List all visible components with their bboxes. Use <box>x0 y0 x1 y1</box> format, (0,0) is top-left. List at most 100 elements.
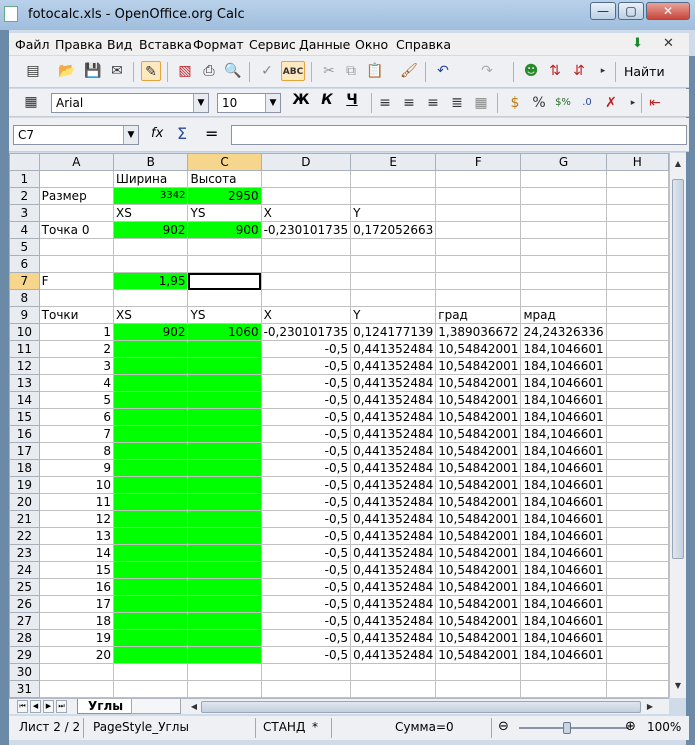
cell[interactable] <box>112 527 189 545</box>
cell[interactable]: 10,54842001 <box>435 374 522 392</box>
chevron-down-icon[interactable]: ▼ <box>265 94 280 112</box>
row-header[interactable]: 26 <box>9 595 40 613</box>
cell[interactable] <box>605 442 669 460</box>
cell[interactable]: 2950 <box>187 187 262 205</box>
next-sheet-icon[interactable]: ▶ <box>43 700 54 713</box>
cell[interactable]: 9 <box>38 459 114 477</box>
cell[interactable]: 0,441352484 <box>350 459 437 477</box>
cell[interactable] <box>435 289 522 307</box>
cell[interactable]: 10,54842001 <box>435 646 522 664</box>
cell[interactable]: -0,5 <box>260 425 352 443</box>
cell[interactable]: 10,54842001 <box>435 391 522 409</box>
horizontal-scroll-thumb[interactable] <box>201 701 641 713</box>
percent-format-icon[interactable]: % <box>529 93 549 113</box>
cell[interactable]: 7 <box>38 425 114 443</box>
cell[interactable]: 184,1046601 <box>520 629 607 647</box>
cut-icon[interactable]: ✂ <box>319 61 339 81</box>
sheet-tab-active[interactable]: Углы <box>77 699 135 714</box>
row-header[interactable]: 18 <box>9 459 40 477</box>
font-name-select[interactable]: Arial ▼ <box>51 93 209 113</box>
cell[interactable]: 1060 <box>187 323 262 341</box>
cell[interactable]: X <box>260 204 352 222</box>
menu-file[interactable]: Файл <box>15 37 50 52</box>
cell[interactable]: 3342 <box>112 187 189 205</box>
standard-format-icon[interactable]: $% <box>553 93 573 113</box>
cell[interactable] <box>112 493 189 511</box>
cell[interactable] <box>260 238 352 256</box>
cell[interactable]: 0,441352484 <box>350 391 437 409</box>
cell[interactable] <box>605 629 669 647</box>
cell[interactable] <box>187 459 262 477</box>
cell[interactable]: 902 <box>112 323 189 341</box>
cell[interactable] <box>38 255 114 273</box>
cell[interactable] <box>435 170 522 188</box>
cell[interactable] <box>187 391 262 409</box>
cell[interactable] <box>350 170 437 188</box>
cell[interactable]: 10,54842001 <box>435 510 522 528</box>
cell[interactable] <box>187 442 262 460</box>
cell[interactable] <box>187 476 262 494</box>
cell[interactable]: 0,124177139 <box>350 323 437 341</box>
update-download-icon[interactable]: ⬇ <box>632 36 648 51</box>
formula-input[interactable] <box>231 125 687 145</box>
cell[interactable]: 0,441352484 <box>350 595 437 613</box>
cell[interactable]: YS <box>187 306 262 324</box>
row-header[interactable]: 19 <box>9 476 40 494</box>
cell[interactable]: YS <box>187 204 262 222</box>
toolbar-overflow-icon[interactable]: ▸ <box>623 93 643 113</box>
cell[interactable]: 10,54842001 <box>435 629 522 647</box>
cell[interactable]: мрад <box>520 306 607 324</box>
format-paintbrush-icon[interactable]: 🖌 <box>399 61 419 81</box>
save-icon[interactable]: 💾 <box>83 61 103 81</box>
cell[interactable]: Y <box>350 204 437 222</box>
page-style[interactable]: PageStyle_Углы <box>93 720 189 734</box>
cell[interactable]: 10,54842001 <box>435 612 522 630</box>
cell[interactable] <box>187 340 262 358</box>
cell[interactable]: 13 <box>38 527 114 545</box>
cell[interactable] <box>187 612 262 630</box>
cell[interactable]: 184,1046601 <box>520 578 607 596</box>
cell[interactable]: -0,230101735 <box>260 323 352 341</box>
cell[interactable]: 10,54842001 <box>435 493 522 511</box>
menu-data[interactable]: Данные <box>299 37 350 52</box>
justify-icon[interactable]: ≣ <box>447 93 467 113</box>
cell[interactable] <box>187 680 262 698</box>
column-header[interactable]: H <box>605 153 669 171</box>
italic-button[interactable]: К <box>318 92 336 108</box>
column-header[interactable]: A <box>38 153 114 171</box>
prev-sheet-icon[interactable]: ◀ <box>30 700 41 713</box>
row-header[interactable]: 6 <box>9 255 40 273</box>
cell[interactable]: 184,1046601 <box>520 544 607 562</box>
cell[interactable]: -0,5 <box>260 612 352 630</box>
cell[interactable]: 184,1046601 <box>520 459 607 477</box>
cell[interactable] <box>605 323 669 341</box>
cell[interactable]: 2 <box>38 340 114 358</box>
navigator-icon[interactable]: ☻ <box>521 61 541 81</box>
row-header[interactable]: 31 <box>9 680 40 698</box>
cell[interactable]: град <box>435 306 522 324</box>
function-icon[interactable]: = <box>205 124 218 143</box>
cell[interactable]: 20 <box>38 646 114 664</box>
zoom-out-icon[interactable]: ⊖ <box>498 719 509 734</box>
cell[interactable] <box>520 187 607 205</box>
row-header[interactable]: 12 <box>9 357 40 375</box>
row-header[interactable]: 23 <box>9 544 40 562</box>
row-header[interactable]: 14 <box>9 391 40 409</box>
cell[interactable] <box>605 408 669 426</box>
cell[interactable]: 900 <box>187 221 262 239</box>
cell[interactable] <box>112 442 189 460</box>
cell[interactable] <box>605 680 669 698</box>
cell[interactable] <box>112 238 189 256</box>
column-header[interactable]: C <box>187 153 262 171</box>
cell[interactable]: 24,24326336 <box>520 323 607 341</box>
cell[interactable]: 184,1046601 <box>520 493 607 511</box>
cell[interactable]: 0,441352484 <box>350 527 437 545</box>
cell[interactable] <box>435 187 522 205</box>
cell[interactable]: 0,441352484 <box>350 476 437 494</box>
cell[interactable]: -0,5 <box>260 646 352 664</box>
cell[interactable] <box>187 289 262 307</box>
cell[interactable]: XS <box>112 204 189 222</box>
cell[interactable]: F <box>38 272 114 290</box>
cell[interactable]: 10,54842001 <box>435 578 522 596</box>
cell[interactable]: -0,230101735 <box>260 221 352 239</box>
